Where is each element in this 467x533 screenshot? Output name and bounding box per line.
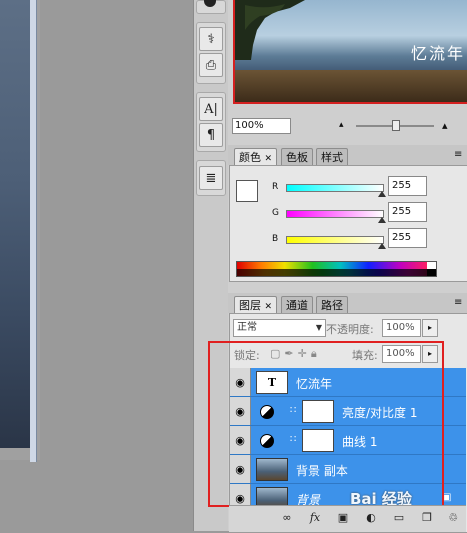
adjustment-layer-icon[interactable]: ◐ (363, 510, 379, 526)
tab-color-label: 颜色 (239, 151, 261, 164)
adjustment-layer-icon (260, 405, 274, 419)
foreground-color-swatch[interactable] (236, 180, 258, 202)
opacity-label: 不透明度: (326, 323, 374, 336)
navigator-overlay-text: 忆流年 (411, 44, 466, 63)
layer-mask-thumb (302, 400, 334, 423)
brush-icon[interactable] (204, 0, 216, 7)
zoom-slider-knob[interactable] (392, 120, 400, 131)
lock-icons[interactable]: ▢✒✛🔒︎ (270, 347, 321, 361)
spectrum-dark-band (237, 269, 436, 276)
lock-label: 锁定: (234, 349, 260, 362)
new-group-icon[interactable]: ▭ (391, 510, 407, 526)
blend-mode-value: 正常 (237, 322, 257, 333)
layer-row-curves[interactable]: ◉ ∷ 曲线 1 (230, 426, 466, 455)
link-chain-icon[interactable]: ∷ (290, 405, 296, 416)
lock-icon: ▣ (442, 492, 452, 503)
paragraph-panel-icon[interactable]: ¶ (199, 123, 223, 147)
channel-r-slider[interactable] (286, 184, 384, 192)
fx-icon[interactable]: fx (307, 510, 323, 526)
fill-input[interactable]: 100% (382, 345, 421, 363)
link-chain-icon[interactable]: ∷ (290, 434, 296, 445)
zoom-out-icon[interactable]: ▴ (339, 120, 344, 130)
channel-r-label: R (272, 182, 279, 192)
tool-group-type: A| ¶ (196, 92, 226, 152)
channel-r-handle[interactable] (378, 191, 386, 197)
channel-r-value[interactable]: 255 (388, 176, 427, 196)
character-panel-icon[interactable]: A| (199, 97, 223, 121)
panel-menu-icon[interactable]: ≡ (454, 149, 462, 160)
color-panel-header: 颜色 ✕ 色板 样式 ≡ (228, 145, 467, 166)
channel-b-value[interactable]: 255 (388, 228, 427, 248)
adjustment-layer-icon (260, 434, 274, 448)
layer-name[interactable]: 曲线 1 (342, 433, 377, 450)
brush-presets-icon[interactable]: ⚕ (199, 27, 223, 51)
image-layer-thumb (256, 458, 288, 481)
layer-row-background-copy[interactable]: ◉ 背景 副本 (230, 455, 466, 484)
tree-silhouette (235, 0, 305, 60)
eye-icon[interactable]: ◉ (230, 455, 251, 483)
tab-paths[interactable]: 路径 (316, 296, 348, 314)
spectrum-bw-swatch[interactable] (427, 262, 436, 276)
opacity-input[interactable]: 100% (382, 319, 421, 337)
channel-g-handle[interactable] (378, 217, 386, 223)
clone-source-icon[interactable]: ⎙ (199, 53, 223, 77)
layer-row-text[interactable]: ◉ T 忆流年 (230, 368, 466, 397)
navigator-zoom-row: 100% ▴ ▴ (228, 116, 467, 136)
text-layer-thumb: T (256, 371, 288, 394)
layer-name[interactable]: 亮度/对比度 1 (342, 404, 418, 421)
tab-close-icon[interactable]: ✕ (265, 154, 273, 164)
channel-b-slider[interactable] (286, 236, 384, 244)
tab-swatches[interactable]: 色板 (281, 148, 313, 166)
channel-g-label: G (272, 208, 279, 218)
channel-b-label: B (272, 234, 279, 244)
tab-layers[interactable]: 图层 ✕ (234, 296, 278, 314)
layers-footer-toolbar: ∞ fx ▣ ◐ ▭ ❐ ♲ (229, 505, 466, 532)
tab-color[interactable]: 颜色 ✕ (234, 148, 278, 166)
channel-g-value[interactable]: 255 (388, 202, 427, 222)
tool-group-brush: ⚕ ⎙ (196, 22, 226, 84)
eye-icon[interactable]: ◉ (230, 368, 251, 396)
tab-close-icon[interactable]: ✕ (265, 302, 273, 312)
tool-group-top (196, 0, 226, 14)
blend-mode-select[interactable]: 正常 ▼ (233, 319, 326, 337)
canvas-scrollbar[interactable] (30, 0, 37, 462)
layers-panel-header: 图层 ✕ 通道 路径 ≡ (228, 293, 467, 314)
document-canvas[interactable] (0, 0, 40, 462)
mountain-ground (235, 70, 467, 102)
new-layer-icon[interactable]: ❐ (419, 510, 435, 526)
fill-label: 填充: (352, 349, 378, 362)
trash-icon[interactable]: ♲ (445, 510, 461, 526)
add-mask-icon[interactable]: ▣ (335, 510, 351, 526)
color-spectrum-bar[interactable] (236, 261, 437, 277)
layer-name[interactable]: 背景 副本 (296, 462, 348, 479)
channel-b-handle[interactable] (378, 243, 386, 249)
link-layers-icon[interactable]: ∞ (279, 510, 295, 526)
eye-icon[interactable]: ◉ (230, 397, 251, 425)
panel-menu-icon[interactable]: ≡ (454, 297, 462, 308)
canvas-image (0, 0, 30, 448)
color-panel: R 255 G 255 B 255 (229, 165, 467, 282)
navigator-thumbnail[interactable]: 忆流年 (233, 0, 467, 104)
layers-panel: 正常 ▼ 不透明度: 100% ▸ 锁定: ▢✒✛🔒︎ 填充: 100% ▸ ◉… (229, 313, 467, 533)
layer-mask-thumb (302, 429, 334, 452)
fill-arrow-icon[interactable]: ▸ (422, 345, 438, 363)
layer-row-brightness[interactable]: ◉ ∷ 亮度/对比度 1 (230, 397, 466, 426)
notes-panel-icon[interactable]: ≣ (199, 166, 223, 190)
chevron-down-icon: ▼ (315, 323, 322, 332)
zoom-input[interactable]: 100% (232, 118, 291, 134)
zoom-in-icon[interactable]: ▴ (442, 119, 448, 132)
tab-channels[interactable]: 通道 (281, 296, 313, 314)
eye-icon[interactable]: ◉ (230, 426, 251, 454)
tools-panel: ⚕ ⎙ A| ¶ ≣ (193, 0, 229, 531)
tab-styles[interactable]: 样式 (316, 148, 348, 166)
layer-name[interactable]: 忆流年 (296, 375, 332, 392)
opacity-arrow-icon[interactable]: ▸ (422, 319, 438, 337)
tool-group-notes: ≣ (196, 160, 226, 196)
channel-g-slider[interactable] (286, 210, 384, 218)
tab-layers-label: 图层 (239, 299, 261, 312)
